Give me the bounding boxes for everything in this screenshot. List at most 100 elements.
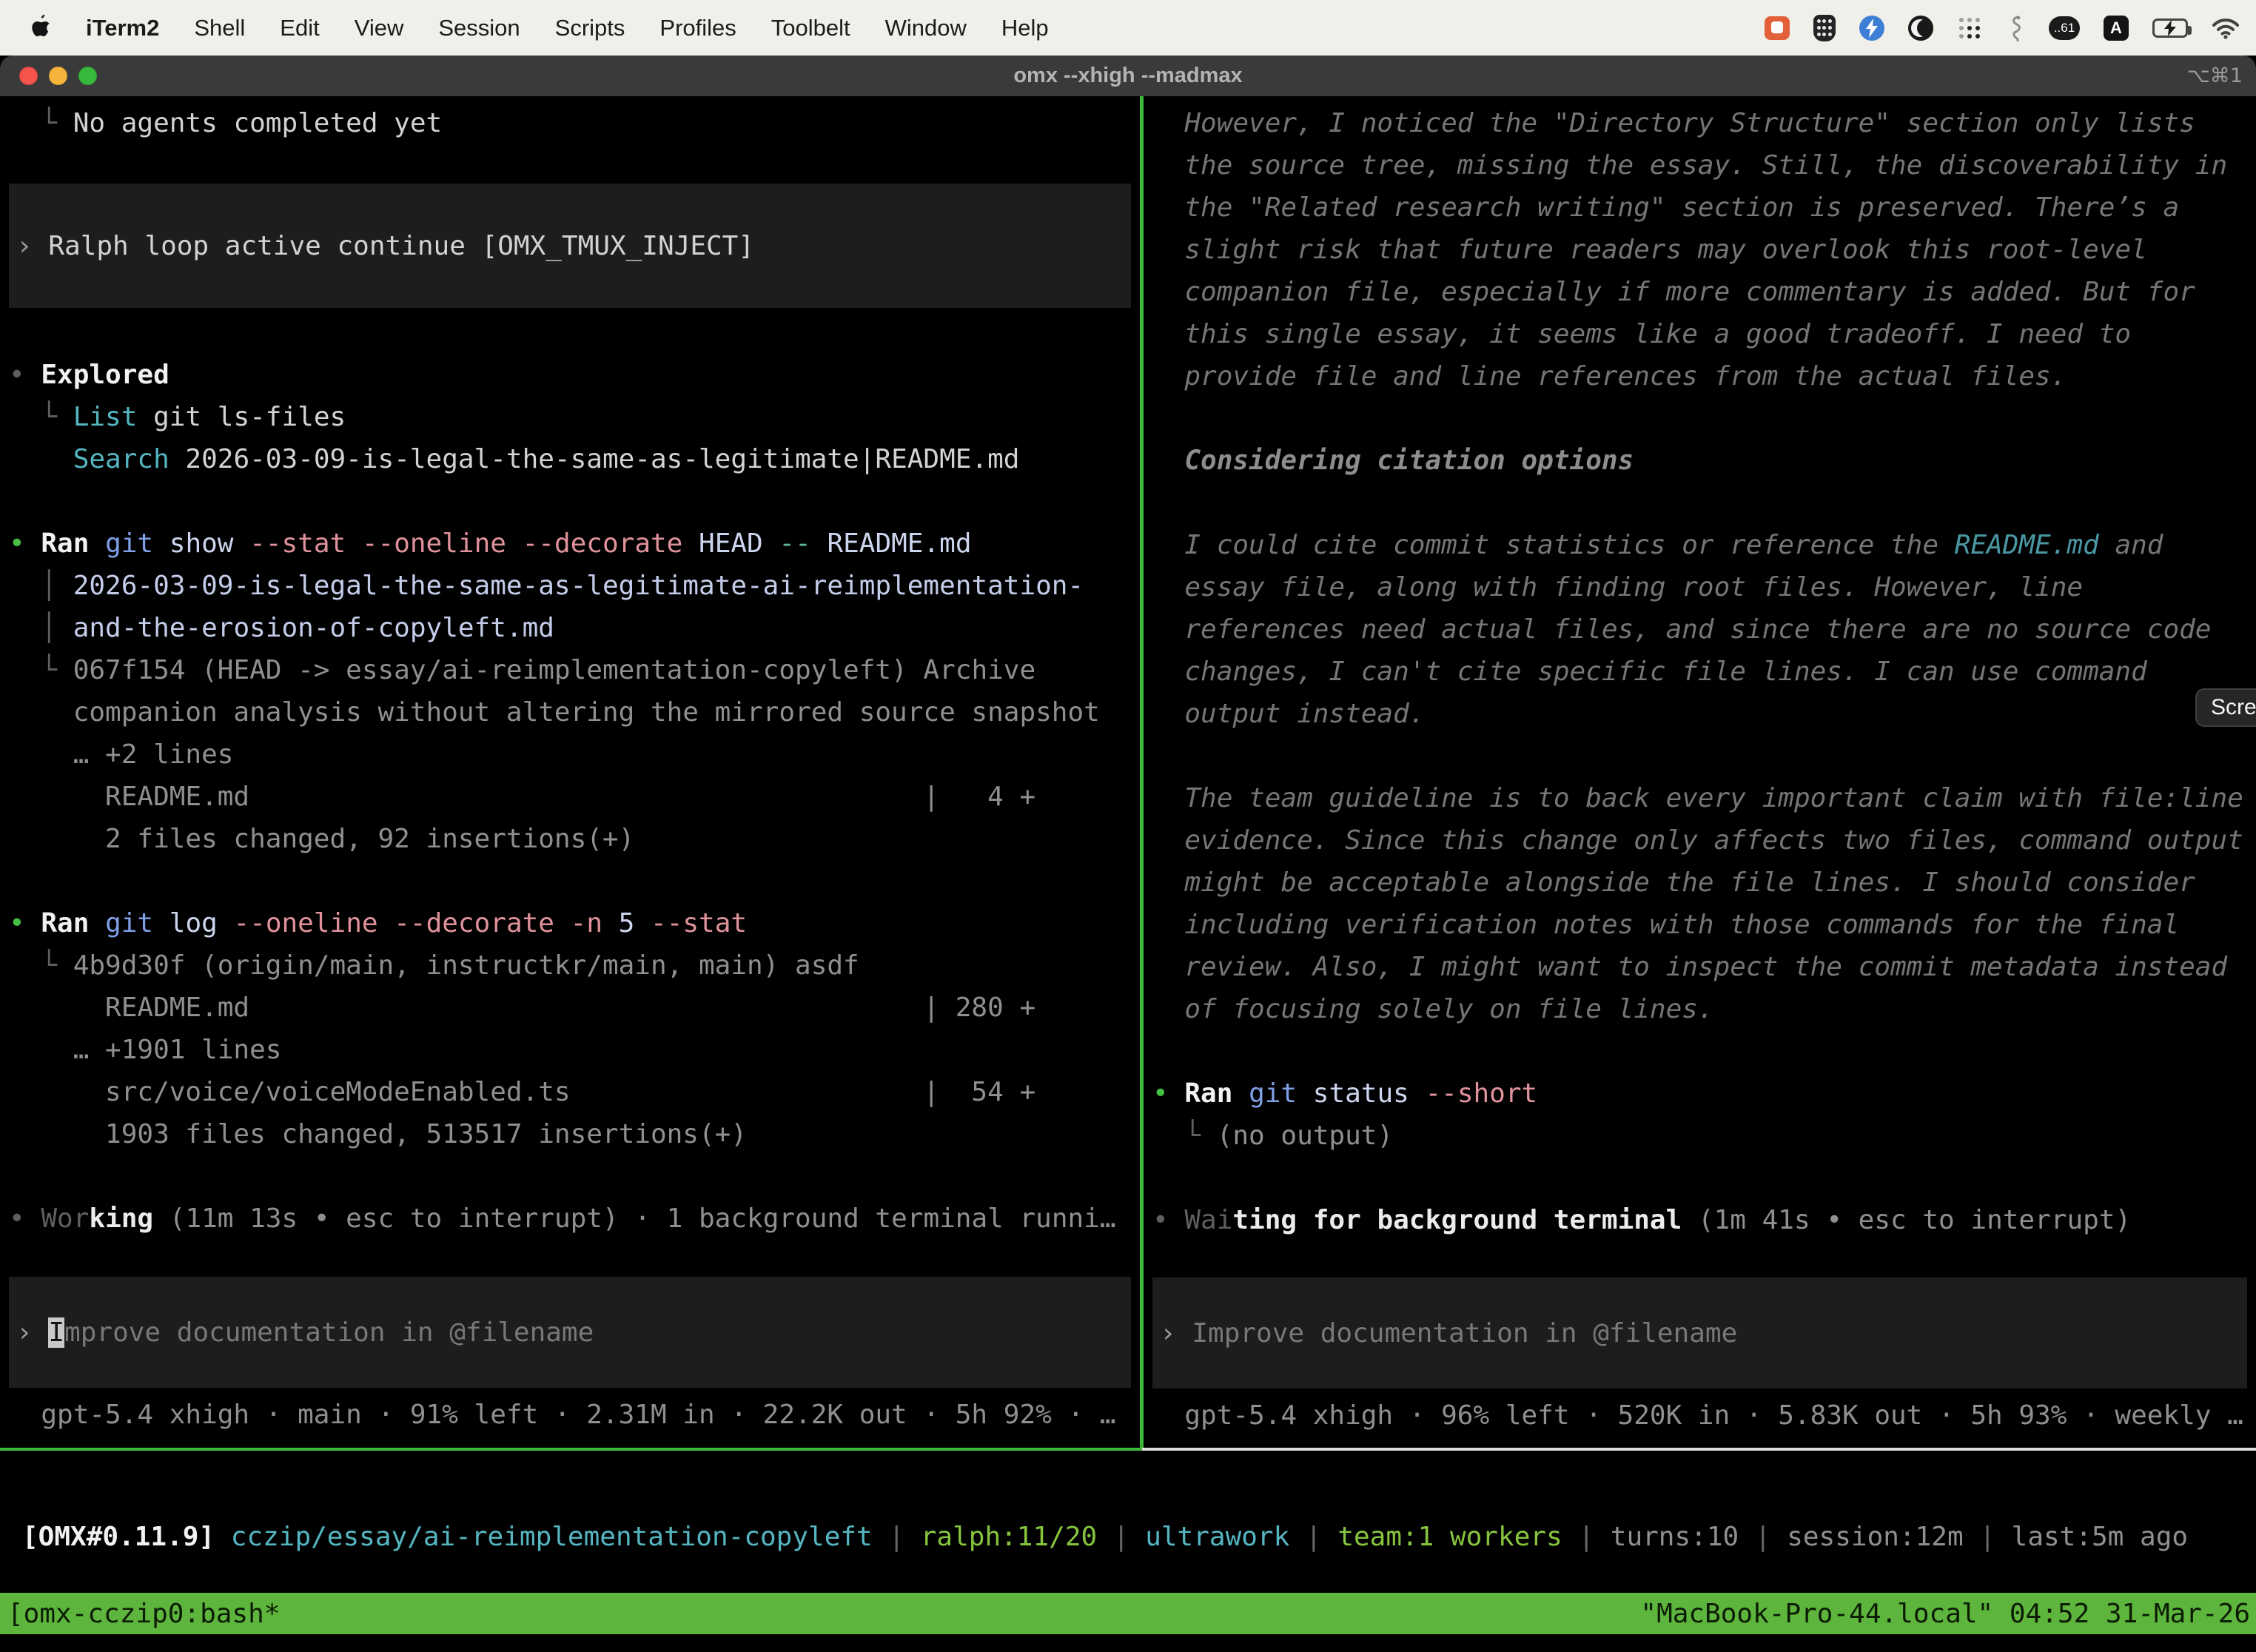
prompt-input[interactable]: › Improve documentation in @filename xyxy=(1152,1277,2247,1389)
menu-bar: iTerm2 Shell Edit View Session Scripts Profile… xyxy=(0,0,2256,56)
menu-item-session[interactable]: Session xyxy=(438,15,520,41)
spacer xyxy=(1144,1389,2256,1394)
usage-badge-icon[interactable]: ..61 xyxy=(2049,16,2080,40)
terminal-line: companion file, especially if more comme… xyxy=(1144,271,2256,313)
terminal-line: gpt-5.4 xhigh · 96% left · 520K in · 5.8… xyxy=(1144,1394,2256,1437)
terminal-line: references need actual files, and since … xyxy=(1144,608,2256,651)
input-source-icon[interactable]: A xyxy=(2104,16,2129,41)
bottom-strip xyxy=(0,1634,2256,1652)
terminal-line: changes, I can't cite specific file line… xyxy=(1144,651,2256,693)
shield-grid-icon[interactable] xyxy=(1813,15,1836,41)
tmux-session-label: [omx-cczip0:bash* xyxy=(7,1599,280,1629)
dragon-icon[interactable] xyxy=(2006,15,2025,41)
pane-right-agent[interactable]: However, I noticed the "Directory Struct… xyxy=(1144,96,2256,1448)
window-shortcut: ⌥⌘1 xyxy=(2187,64,2243,87)
terminal-line: • Explored xyxy=(0,354,1140,396)
terminal-line xyxy=(1144,735,2256,777)
terminal-line: review. Also, I might want to inspect th… xyxy=(1144,946,2256,988)
screen: iTerm2 Shell Edit View Session Scripts Profile… xyxy=(0,0,2256,1652)
terminal-line: However, I noticed the "Directory Struct… xyxy=(1144,102,2256,144)
terminal-line: README.md | 4 + xyxy=(0,776,1140,818)
menu-item-window[interactable]: Window xyxy=(885,15,967,41)
terminal-line: Considering citation options xyxy=(1144,440,2256,482)
injected-command-box[interactable]: › Ralph loop active continue [OMX_TMUX_I… xyxy=(9,184,1131,308)
menu-bar-status-icons: ..61 A xyxy=(1765,15,2256,41)
menu-item-profiles[interactable]: Profiles xyxy=(659,15,736,41)
window-title: omx --xhigh --madmax xyxy=(0,64,2256,88)
terminal-line: … +1901 lines xyxy=(0,1029,1140,1071)
terminal-line xyxy=(0,1155,1140,1198)
terminal-line: src/voice/voiceModeEnabled.ts | 54 + xyxy=(0,1071,1140,1113)
terminal-line: including verification notes with those … xyxy=(1144,904,2256,946)
menu-item-help[interactable]: Help xyxy=(1001,15,1049,41)
menu-item-scripts[interactable]: Scripts xyxy=(555,15,625,41)
terminal-line: provide file and line references from th… xyxy=(1144,355,2256,397)
pane-left-agent[interactable]: └ No agents completed yet › Ralph loop ac… xyxy=(0,96,1140,1448)
terminal-line: gpt-5.4 xhigh · main · 91% left · 2.31M … xyxy=(0,1394,1140,1436)
terminal-line: the "Related research writing" section i… xyxy=(1144,187,2256,229)
terminal-line xyxy=(1144,397,2256,440)
terminal-line xyxy=(1144,1157,2256,1199)
menu-item-shell[interactable]: Shell xyxy=(194,15,245,41)
terminal-line: Search 2026-03-09-is-legal-the-same-as-l… xyxy=(0,438,1140,480)
menu-bar-left: iTerm2 Shell Edit View Session Scripts Profile… xyxy=(0,13,1049,43)
terminal-line: └ 4b9d30f (origin/main, instructkr/main,… xyxy=(0,944,1140,987)
terminal-line: … +2 lines xyxy=(0,733,1140,776)
screen-recording-icon[interactable] xyxy=(1765,16,1790,40)
tmux-status-bar: [omx-cczip0:bash* "MacBook-Pro-44.local"… xyxy=(0,1593,2256,1634)
menu-item-edit[interactable]: Edit xyxy=(280,15,319,41)
spacer xyxy=(1144,1241,2256,1277)
omx-status-pane: [OMX#0.11.9] cczip/essay/ai-reimplementa… xyxy=(0,1451,2256,1593)
inactive-pane-border xyxy=(1142,1448,2256,1451)
terminal-line: essay file, along with finding root file… xyxy=(1144,566,2256,608)
terminal-line: │ 2026-03-09-is-legal-the-same-as-legiti… xyxy=(0,565,1140,607)
terminal-line: • Ran git status --short xyxy=(1144,1072,2256,1115)
menu-item-view[interactable]: View xyxy=(355,15,404,41)
prompt-input[interactable]: › Improve documentation in @filename xyxy=(9,1277,1131,1388)
terminal-area: └ No agents completed yet › Ralph loop ac… xyxy=(0,96,2256,1448)
terminal-line: └ List git ls-files xyxy=(0,396,1140,438)
terminal-line: might be acceptable alongside the file l… xyxy=(1144,862,2256,904)
wifi-icon[interactable] xyxy=(2212,17,2240,39)
title-bar: omx --xhigh --madmax ⌥⌘1 xyxy=(0,56,2256,96)
active-pane-border xyxy=(0,1448,1142,1451)
menu-items: iTerm2 Shell Edit View Session Scripts Profile… xyxy=(86,15,1049,41)
menu-item-iterm2[interactable]: iTerm2 xyxy=(86,15,159,41)
tmux-host-clock: "MacBook-Pro-44.local" 04:52 31-Mar-26 xyxy=(1640,1599,2250,1629)
terminal-line xyxy=(1144,1030,2256,1072)
terminal-line: companion analysis without altering the … xyxy=(0,691,1140,733)
terminal-line: └ (no output) xyxy=(1144,1115,2256,1157)
terminal-line: the source tree, missing the essay. Stil… xyxy=(1144,144,2256,187)
terminal-line: evidence. Since this change only affects… xyxy=(1144,819,2256,862)
menu-item-toolbelt[interactable]: Toolbelt xyxy=(771,15,850,41)
spacer xyxy=(0,1240,1140,1277)
terminal-line: The team guideline is to back every impo… xyxy=(1144,777,2256,819)
terminal-line: • Waiting for background terminal (1m 41… xyxy=(1144,1199,2256,1241)
terminal-line: slight risk that future readers may over… xyxy=(1144,229,2256,271)
terminal-line xyxy=(0,480,1140,523)
terminal-line: └ No agents completed yet xyxy=(0,102,1140,144)
terminal-line: • Ran git show --stat --oneline --decora… xyxy=(0,523,1140,565)
dots-grid-icon[interactable] xyxy=(1957,16,1982,41)
terminal-line: │ and-the-erosion-of-copyleft.md xyxy=(0,607,1140,649)
apple-menu[interactable] xyxy=(31,13,51,43)
omx-status-line: [OMX#0.11.9] cczip/essay/ai-reimplementa… xyxy=(22,1516,2256,1558)
spacer xyxy=(0,308,1140,354)
spacer xyxy=(0,144,1140,184)
bolt-circle-icon[interactable] xyxy=(1859,16,1884,41)
terminal-line: I could cite commit statistics or refere… xyxy=(1144,524,2256,566)
terminal-line: • Working (11m 13s • esc to interrupt) ·… xyxy=(0,1198,1140,1240)
spacer xyxy=(0,1388,1140,1394)
terminal-line: 1903 files changed, 513517 insertions(+) xyxy=(0,1113,1140,1155)
pane-bottom-borders xyxy=(0,1448,2256,1451)
crescent-app-icon[interactable] xyxy=(1908,16,1933,41)
terminal-line: README.md | 280 + xyxy=(0,987,1140,1029)
screen-recording-icon-inner xyxy=(1771,21,1783,33)
battery-charging-icon[interactable] xyxy=(2152,19,2188,38)
terminal-line: └ 067f154 (HEAD -> essay/ai-reimplementa… xyxy=(0,649,1140,691)
terminal-line: • Ran git log --oneline --decorate -n 5 … xyxy=(0,902,1140,944)
terminal-line: 2 files changed, 92 insertions(+) xyxy=(0,818,1140,860)
terminal-line: this single essay, it seems like a good … xyxy=(1144,313,2256,355)
screen-overlay-button[interactable]: Scre xyxy=(2195,688,2256,727)
terminal-line: of focusing solely on file lines. xyxy=(1144,988,2256,1030)
